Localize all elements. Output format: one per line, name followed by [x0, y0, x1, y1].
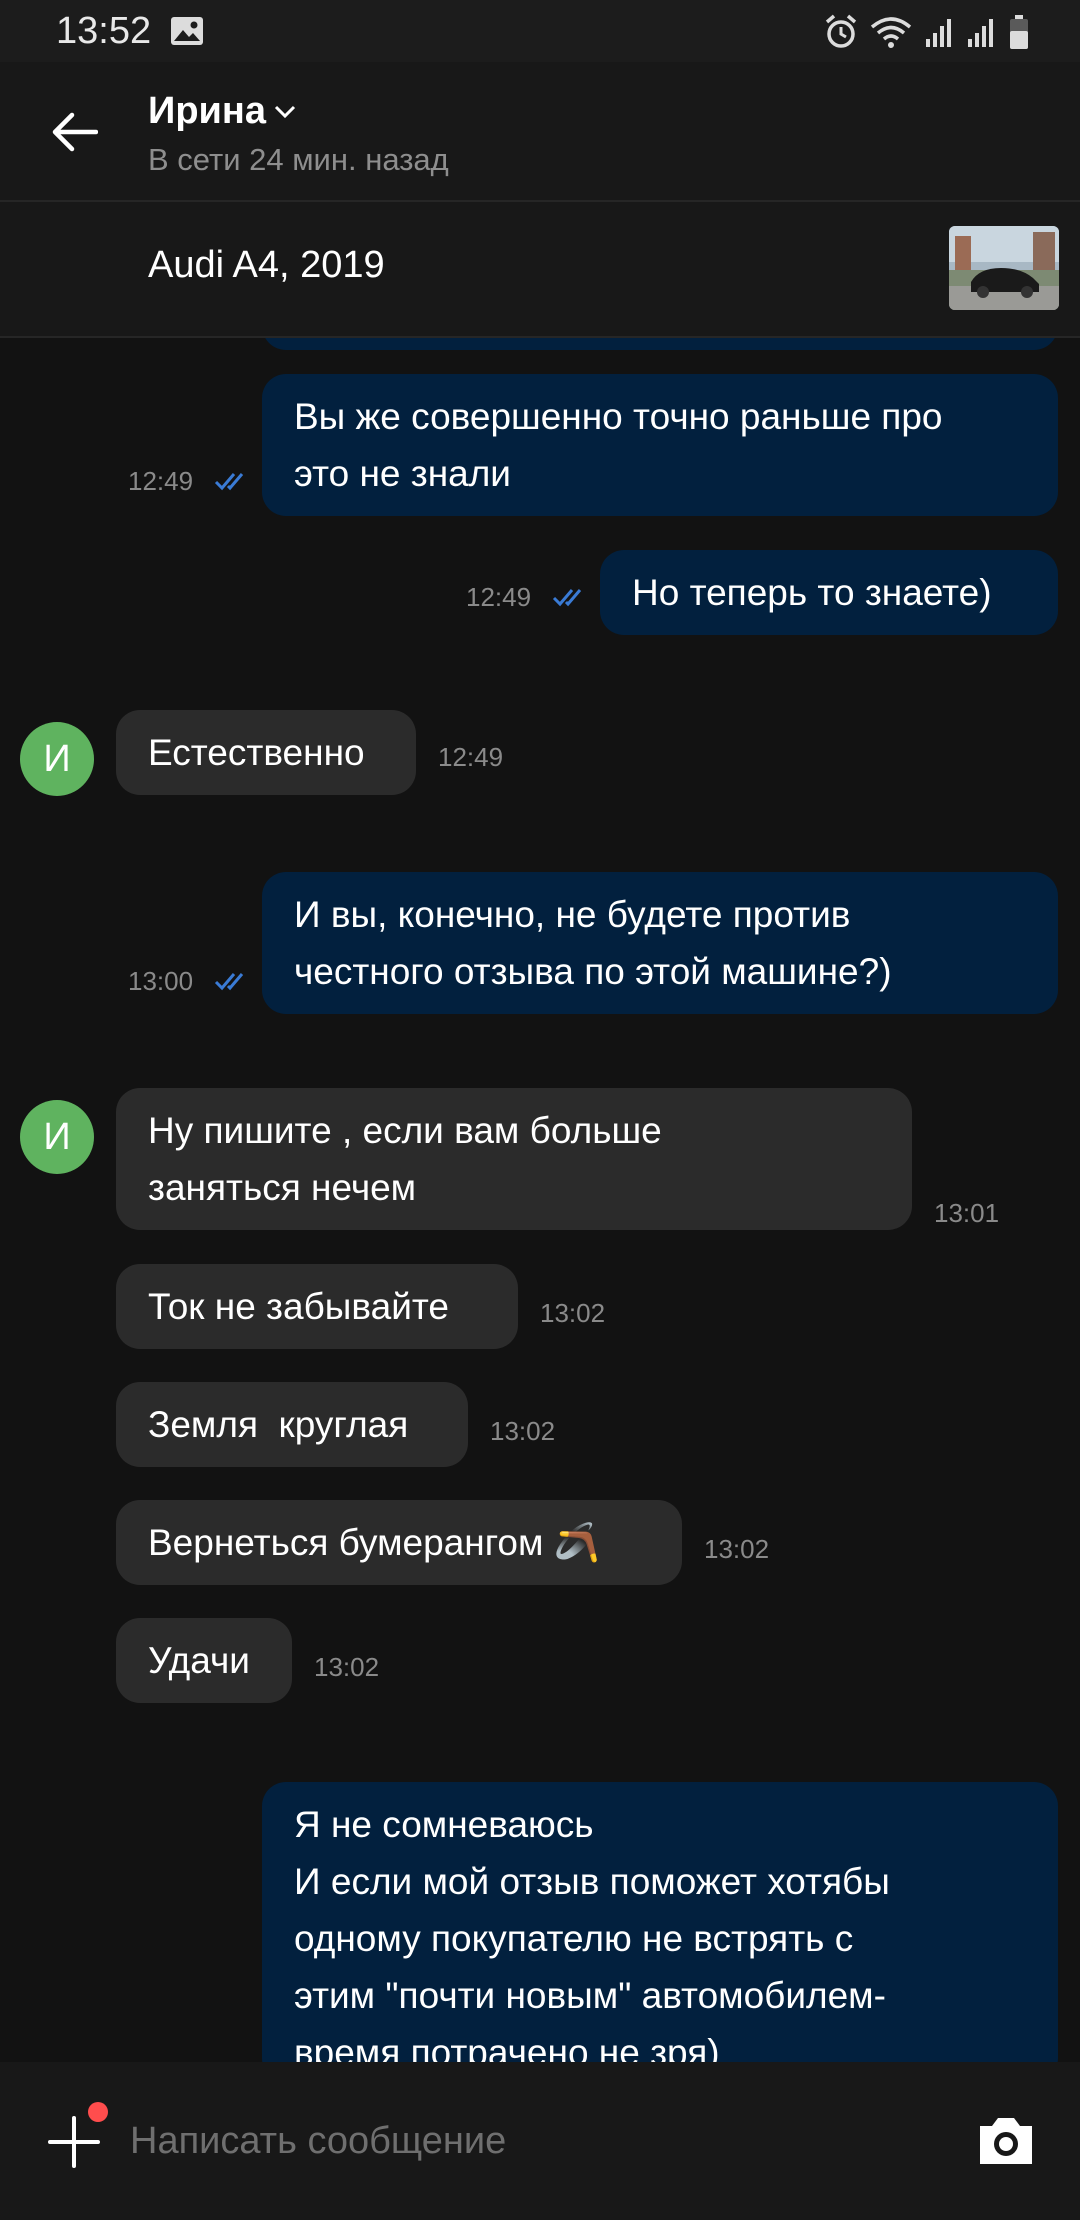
message-time: 12:49: [438, 742, 504, 772]
back-button[interactable]: [40, 102, 110, 162]
message-line: Я не сомневаюсь: [294, 1804, 594, 1845]
chevron-down-icon: [274, 105, 296, 118]
message-line: это не знали: [294, 453, 511, 494]
double-check-icon: [214, 973, 244, 991]
message-time: 13:02: [490, 1416, 556, 1446]
message-line: заняться нечем: [148, 1167, 417, 1208]
message-line: И если мой отзыв поможет хотябы: [294, 1861, 890, 1902]
message-time: 13:02: [540, 1298, 606, 1328]
double-check-icon: [214, 473, 244, 491]
message-line: честного отзыва по этой машине?): [294, 951, 892, 992]
avatar[interactable]: И: [20, 1100, 94, 1174]
status-bar: 13:52: [0, 0, 1080, 62]
message-line: Земля круглая: [148, 1404, 409, 1445]
status-icons: [824, 12, 1030, 52]
message-time: 13:02: [314, 1652, 380, 1682]
message-line: Но теперь то знаете): [632, 572, 992, 613]
message-time: 12:49: [466, 582, 532, 612]
double-check-icon: [552, 589, 582, 607]
message-composer: [0, 2062, 1080, 2220]
chat-header: Ирина В сети 24 мин. назад: [0, 62, 1080, 200]
message-bubble-outgoing[interactable]: Но теперь то знаете): [600, 550, 1058, 635]
message-line: Вернеться бумерангом 🪃: [148, 1522, 600, 1563]
message-line: Ток не забывайте: [148, 1286, 449, 1327]
message-bubble-outgoing[interactable]: И вы, конечно, не будете против честного…: [262, 872, 1058, 1014]
message-line: Естественно: [148, 732, 365, 773]
battery-icon: [1010, 15, 1028, 49]
message-bubble-outgoing[interactable]: Вы же совершенно точно раньше про это не…: [262, 374, 1058, 516]
message-bubble-partial: [262, 338, 1058, 350]
listing-title: Audi A4, 2019: [148, 244, 385, 286]
message-bubble-incoming[interactable]: Земля круглая: [116, 1382, 468, 1467]
signal-1-icon: [926, 19, 951, 47]
arrow-left-icon: [52, 112, 98, 152]
message-bubble-outgoing[interactable]: Я не сомневаюсь И если мой отзыв поможет…: [262, 1782, 1058, 2062]
camera-icon[interactable]: [976, 2112, 1036, 2168]
wifi-icon: [870, 17, 912, 48]
message-bubble-incoming[interactable]: Естественно: [116, 710, 416, 795]
message-bubble-incoming[interactable]: Удачи: [116, 1618, 292, 1703]
alarm-icon: [825, 14, 857, 48]
avatar[interactable]: И: [20, 722, 94, 796]
notification-dot: [88, 2102, 108, 2122]
message-bubble-incoming[interactable]: Ток не забывайте: [116, 1264, 518, 1349]
listing-bar[interactable]: Audi A4, 2019: [0, 202, 1080, 336]
message-time: 13:01: [934, 1198, 1000, 1228]
car-photo: [949, 226, 1059, 310]
message-input[interactable]: [130, 2106, 930, 2176]
message-bubble-incoming[interactable]: Ну пишите , если вам больше заняться неч…: [116, 1088, 912, 1230]
contact-name: Ирина: [148, 90, 266, 132]
listing-thumbnail[interactable]: [949, 226, 1059, 310]
message-line: Вы же совершенно точно раньше про: [294, 396, 943, 437]
contact-status: В сети 24 мин. назад: [148, 142, 449, 177]
signal-2-icon: [968, 19, 993, 47]
message-line: одному покупателю не встрять с: [294, 1918, 854, 1959]
message-list[interactable]: 12:49 Вы же совершенно точно раньше про …: [0, 338, 1080, 2062]
message-line: этим "почти новым" автомобилем-: [294, 1975, 886, 2016]
message-time: 13:02: [704, 1534, 770, 1564]
message-bubble-incoming[interactable]: Вернеться бумерангом 🪃: [116, 1500, 682, 1585]
message-time: 12:49: [128, 466, 194, 496]
contact-name-dropdown[interactable]: Ирина: [148, 90, 296, 133]
message-line: время потрачено не зря): [294, 2032, 720, 2062]
status-time: 13:52: [56, 10, 152, 52]
gallery-icon: [171, 17, 203, 45]
message-line: Ну пишите , если вам больше: [148, 1110, 662, 1151]
message-time: 13:00: [128, 966, 194, 996]
message-line: И вы, конечно, не будете против: [294, 894, 851, 935]
message-line: Удачи: [148, 1640, 250, 1681]
